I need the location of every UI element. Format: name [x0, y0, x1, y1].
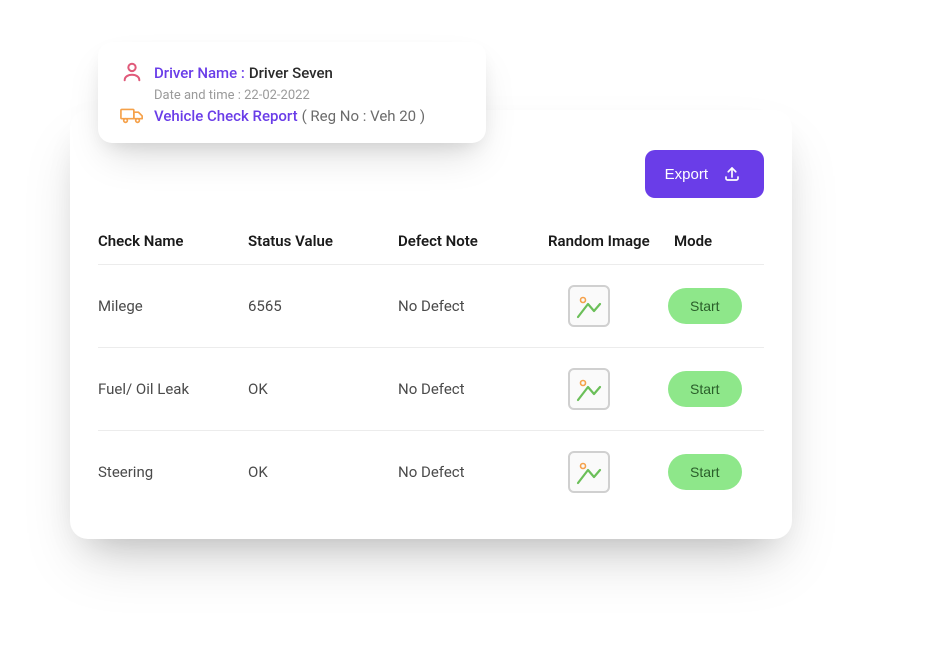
cell-status: 6565: [248, 297, 398, 315]
table-header: Check Name Status Value Defect Note Rand…: [98, 218, 764, 265]
export-button[interactable]: Export: [645, 150, 764, 198]
cell-check: Milege: [98, 297, 248, 315]
start-button[interactable]: Start: [668, 288, 742, 324]
table-row: Fuel/ Oil Leak OK No Defect Start: [98, 348, 764, 431]
vehicle-row: Vehicle Check Report ( Reg No : Veh 20 ): [120, 103, 464, 127]
upload-icon: [720, 162, 744, 186]
export-row: Export: [98, 134, 764, 198]
datetime-value: 22-02-2022: [244, 88, 310, 103]
cell-mode: Start: [668, 454, 768, 490]
truck-icon: [120, 103, 144, 127]
cell-image: [548, 451, 668, 493]
image-placeholder-icon[interactable]: [568, 285, 610, 327]
datetime-label: Date and time :: [154, 88, 241, 103]
cell-defect: No Defect: [398, 463, 548, 481]
reg-no-value: ( Reg No : Veh 20 ): [302, 107, 426, 125]
image-placeholder-icon[interactable]: [568, 451, 610, 493]
cell-status: OK: [248, 463, 398, 481]
table-row: Milege 6565 No Defect Start: [98, 265, 764, 348]
th-check: Check Name: [98, 232, 248, 250]
cell-image: [548, 285, 668, 327]
cell-defect: No Defect: [398, 380, 548, 398]
th-mode: Mode: [668, 232, 768, 250]
datetime-row: Date and time : 22-02-2022: [154, 88, 464, 103]
export-label: Export: [665, 166, 708, 183]
driver-row: Driver Name : Driver Seven: [120, 60, 464, 84]
driver-name-label: Driver Name :: [154, 64, 245, 82]
cell-mode: Start: [668, 371, 768, 407]
cell-image: [548, 368, 668, 410]
cell-defect: No Defect: [398, 297, 548, 315]
person-icon: [120, 60, 144, 84]
cell-status: OK: [248, 380, 398, 398]
th-status: Status Value: [248, 232, 398, 250]
report-label: Vehicle Check Report: [154, 107, 298, 125]
image-placeholder-icon[interactable]: [568, 368, 610, 410]
info-card: Driver Name : Driver Seven Date and time…: [98, 42, 486, 143]
th-defect: Defect Note: [398, 232, 548, 250]
start-button[interactable]: Start: [668, 454, 742, 490]
th-image: Random Image: [548, 232, 668, 250]
cell-check: Steering: [98, 463, 248, 481]
driver-name-value: Driver Seven: [249, 64, 333, 82]
table-row: Steering OK No Defect Start: [98, 431, 764, 513]
cell-mode: Start: [668, 288, 768, 324]
start-button[interactable]: Start: [668, 371, 742, 407]
report-card: Export Check Name Status Value Defect No…: [70, 110, 792, 539]
cell-check: Fuel/ Oil Leak: [98, 380, 248, 398]
